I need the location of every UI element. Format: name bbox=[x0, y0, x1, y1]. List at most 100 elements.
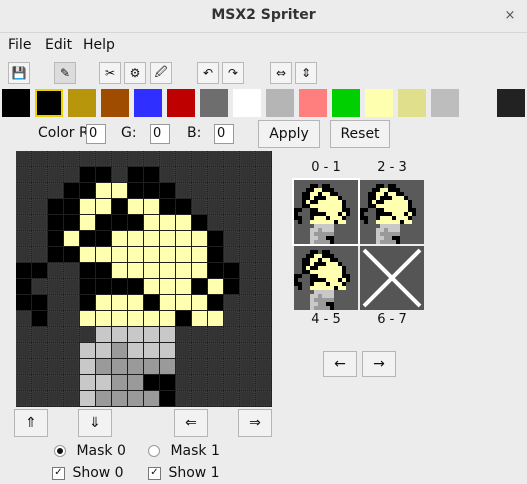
close-button[interactable]: × bbox=[503, 9, 517, 23]
sprite-pixel[interactable] bbox=[127, 151, 144, 167]
sprite-pixel[interactable] bbox=[80, 247, 95, 262]
pen-tool-button[interactable]: ✎ bbox=[54, 62, 76, 84]
sprite-pixel[interactable] bbox=[31, 358, 48, 375]
palette-swatch-5[interactable] bbox=[167, 89, 195, 117]
sprite-pixel[interactable] bbox=[175, 374, 192, 391]
sprite-pixel[interactable] bbox=[63, 262, 80, 279]
sprite-pixel[interactable] bbox=[207, 214, 224, 231]
sprite-pixel[interactable] bbox=[112, 327, 127, 342]
sprite-pixel[interactable] bbox=[31, 198, 48, 215]
show-1-checkbox[interactable]: ✓ Show 1 bbox=[148, 465, 220, 481]
sprite-pixel[interactable] bbox=[160, 391, 175, 406]
sprite-pixel[interactable] bbox=[160, 247, 175, 262]
sprite-pixel[interactable] bbox=[31, 278, 48, 295]
save-button[interactable]: 💾 bbox=[8, 62, 30, 84]
sprite-pixel[interactable] bbox=[224, 279, 239, 294]
sprite-pixel[interactable] bbox=[128, 231, 143, 246]
sprite-pixel[interactable] bbox=[144, 359, 159, 374]
sprite-pixel[interactable] bbox=[96, 295, 111, 310]
sprite-pixel[interactable] bbox=[80, 343, 95, 358]
sprite-pixel[interactable] bbox=[47, 182, 64, 199]
sprite-pixel[interactable] bbox=[144, 263, 159, 278]
sprite-pixel[interactable] bbox=[192, 263, 207, 278]
sprite-pixel[interactable] bbox=[47, 262, 64, 279]
sprite-pixel[interactable] bbox=[96, 167, 111, 182]
sprite-pixel[interactable] bbox=[79, 151, 96, 167]
thumb-sprite-4-5[interactable] bbox=[294, 246, 358, 310]
sprite-pixel[interactable] bbox=[207, 342, 224, 359]
sprite-pixel[interactable] bbox=[191, 198, 208, 215]
sprite-pixel[interactable] bbox=[223, 230, 240, 247]
sprite-pixel[interactable] bbox=[16, 166, 32, 183]
sprite-pixel[interactable] bbox=[96, 215, 111, 230]
sprite-pixel[interactable] bbox=[16, 295, 31, 310]
fill-tool-button[interactable]: ⚙ bbox=[124, 62, 146, 84]
palette-swatch-7[interactable] bbox=[233, 89, 261, 117]
sprite-pixel[interactable] bbox=[128, 343, 143, 358]
sprite-pixel[interactable] bbox=[191, 326, 208, 343]
thumb-sprite-0-1[interactable] bbox=[292, 178, 360, 246]
sprite-pixel[interactable] bbox=[144, 295, 159, 310]
sprite-pixel[interactable] bbox=[31, 151, 48, 167]
sprite-pixel[interactable] bbox=[223, 166, 240, 183]
sprite-pixel[interactable] bbox=[80, 199, 95, 214]
sprite-pixel[interactable] bbox=[96, 199, 111, 214]
sprite-pixel[interactable] bbox=[16, 342, 32, 359]
sprite-pixel[interactable] bbox=[80, 183, 95, 198]
sprite-pixel[interactable] bbox=[80, 311, 95, 326]
sprite-pixel[interactable] bbox=[144, 279, 159, 294]
redo-button[interactable]: ↷ bbox=[222, 62, 244, 84]
sprite-pixel[interactable] bbox=[175, 326, 192, 343]
sprite-pixel[interactable] bbox=[159, 151, 176, 167]
blue-input[interactable]: 0 bbox=[214, 124, 234, 144]
sprite-pixel[interactable] bbox=[96, 343, 111, 358]
sprite-pixel[interactable] bbox=[128, 263, 143, 278]
sprite-pixel[interactable] bbox=[208, 247, 223, 262]
sprite-pixel[interactable] bbox=[96, 391, 111, 406]
sprite-pixel[interactable] bbox=[128, 279, 143, 294]
sprite-pixel[interactable] bbox=[239, 214, 256, 231]
sprite-pixel[interactable] bbox=[63, 358, 80, 375]
sprite-pixel[interactable] bbox=[255, 294, 272, 311]
sprite-pixel[interactable] bbox=[255, 262, 272, 279]
sprite-pixel[interactable] bbox=[16, 151, 32, 167]
sprite-pixel[interactable] bbox=[112, 311, 127, 326]
sprite-pixel[interactable] bbox=[144, 391, 159, 406]
sprite-pixel[interactable] bbox=[112, 359, 127, 374]
sprite-pixel[interactable] bbox=[16, 310, 32, 327]
sprite-pixel[interactable] bbox=[160, 279, 175, 294]
sprite-pixel[interactable] bbox=[80, 167, 95, 182]
sprite-pixel[interactable] bbox=[239, 262, 256, 279]
sprite-pixel[interactable] bbox=[175, 358, 192, 375]
palette-swatch-12[interactable] bbox=[398, 89, 426, 117]
red-input[interactable]: 0 bbox=[86, 124, 106, 144]
sprite-pixel[interactable] bbox=[16, 279, 31, 294]
sprite-editor-canvas[interactable] bbox=[16, 151, 272, 407]
sprite-pixel[interactable] bbox=[160, 343, 175, 358]
sprite-pixel[interactable] bbox=[80, 391, 95, 406]
sprite-pixel-grid[interactable] bbox=[16, 151, 272, 407]
sprite-pixel[interactable] bbox=[47, 390, 64, 407]
thumb-sprite-6-7[interactable] bbox=[360, 246, 424, 310]
cut-tool-button[interactable]: ✂ bbox=[99, 62, 121, 84]
sprite-pixel[interactable] bbox=[239, 182, 256, 199]
sprite-pixel[interactable] bbox=[96, 375, 111, 390]
sprite-pixel[interactable] bbox=[224, 263, 239, 278]
sprite-pixel[interactable] bbox=[96, 263, 111, 278]
sprite-pixel[interactable] bbox=[208, 311, 223, 326]
apply-button[interactable]: Apply bbox=[258, 120, 320, 148]
sprite-pixel[interactable] bbox=[144, 183, 159, 198]
sprite-pixel[interactable] bbox=[48, 199, 63, 214]
sprite-pixel[interactable] bbox=[160, 295, 175, 310]
sprite-pixel[interactable] bbox=[160, 263, 175, 278]
sprite-pixel[interactable] bbox=[31, 374, 48, 391]
sprite-pixel[interactable] bbox=[16, 214, 32, 231]
sprite-pixel[interactable] bbox=[255, 342, 272, 359]
sprite-pixel[interactable] bbox=[255, 166, 272, 183]
palette-swatch-10[interactable] bbox=[332, 89, 360, 117]
sprite-pixel[interactable] bbox=[239, 374, 256, 391]
sprite-pixel[interactable] bbox=[31, 390, 48, 407]
sprite-pixel[interactable] bbox=[175, 151, 192, 167]
sprite-pixel[interactable] bbox=[64, 215, 79, 230]
sprite-pixel[interactable] bbox=[111, 166, 128, 183]
